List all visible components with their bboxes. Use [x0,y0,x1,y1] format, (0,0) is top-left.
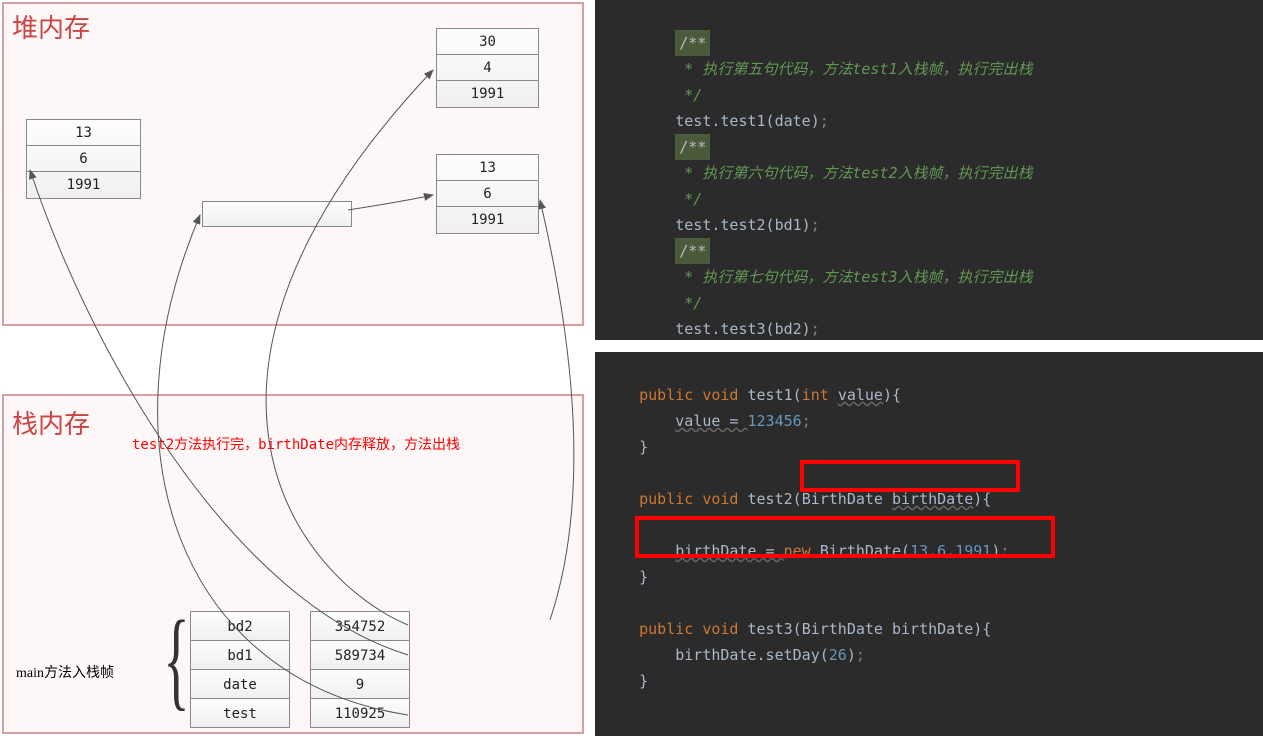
heap-cell: 1991 [437,207,538,233]
heap-cell: 1991 [27,172,140,198]
code-block-1: /** * 执行第五句代码，方法test1入栈帧，执行完出栈 */ test.t… [595,0,1263,340]
heap-obj-4 [202,201,352,227]
doc-end: */ [603,190,702,208]
heap-cell: 13 [437,155,538,181]
stack-var-addr: 589734 [310,640,410,670]
heap-cell: 6 [437,181,538,207]
stack-memory-box: 栈内存 test2方法执行完，birthDate内存释放，方法出栈 main方法… [2,394,584,734]
highlight-box-2 [635,516,1055,558]
stack-title: 栈内存 [12,404,90,441]
stack-var-name: date [190,669,290,699]
heap-cell: 30 [437,29,538,55]
heap-cell [203,202,351,228]
bracket-icon: { [163,596,189,723]
stack-var-name: bd2 [190,611,290,641]
diagram-panel: 堆内存 13 6 1991 30 4 1991 13 6 1991 栈内存 te… [0,0,588,736]
heap-cell: 4 [437,55,538,81]
doc-end: */ [603,86,702,104]
stack-var-name: test [190,698,290,728]
stack-var-addr: 354752 [310,611,410,641]
heap-memory-box: 堆内存 13 6 1991 30 4 1991 13 6 1991 [2,2,584,326]
code-panel: /** * 执行第五句代码，方法test1入栈帧，执行完出栈 */ test.t… [595,0,1263,736]
heap-obj-3: 13 6 1991 [436,154,539,234]
stack-var-name: bd1 [190,640,290,670]
doc-marker: /** [675,238,710,264]
stack-vars-addr: 354752 589734 9 110925 [310,612,410,728]
stack-note: test2方法执行完，birthDate内存释放，方法出栈 [132,434,460,454]
stack-vars-names: bd2 bd1 date test [190,612,290,728]
heap-obj-2: 30 4 1991 [436,28,539,108]
stack-var-addr: 110925 [310,698,410,728]
heap-cell: 6 [27,146,140,172]
heap-obj-1: 13 6 1991 [26,119,141,199]
doc-marker: /** [675,30,710,56]
highlight-box-1 [800,460,1020,492]
stack-var-addr: 9 [310,669,410,699]
heap-cell: 13 [27,120,140,146]
doc-end: */ [603,294,702,312]
main-frame-label: main方法入栈帧 [16,662,114,682]
heap-title: 堆内存 [12,8,90,45]
heap-cell: 1991 [437,81,538,107]
doc-marker: /** [675,134,710,160]
